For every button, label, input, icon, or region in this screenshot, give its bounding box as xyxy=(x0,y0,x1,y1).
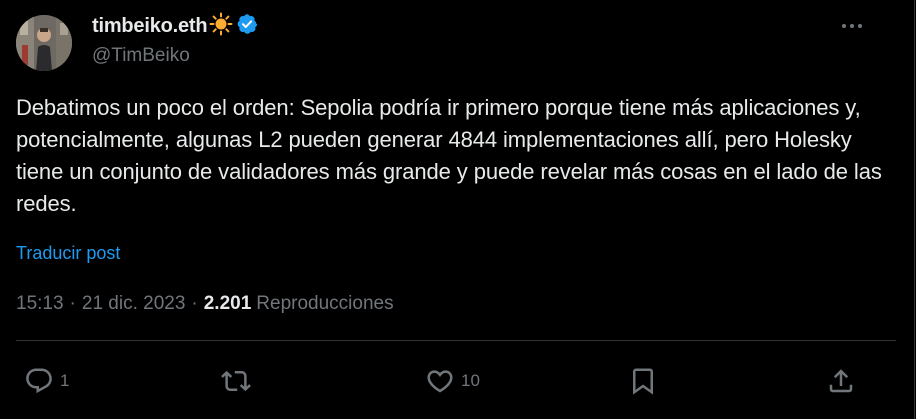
bookmark-button[interactable] xyxy=(628,360,658,402)
more-dots-icon xyxy=(842,24,862,28)
views-label[interactable]: Reproducciones xyxy=(256,293,393,315)
author-name-row[interactable]: timbeiko.eth xyxy=(92,12,258,41)
like-count: 10 xyxy=(461,371,480,390)
heart-icon xyxy=(427,370,453,393)
share-button[interactable] xyxy=(826,360,856,402)
views-count[interactable]: 2.201 xyxy=(204,293,252,315)
like-button[interactable]: 10 xyxy=(425,360,480,402)
author-handle[interactable]: @TimBeiko xyxy=(92,45,190,67)
repost-icon xyxy=(221,370,251,392)
reply-button[interactable]: 1 xyxy=(24,360,69,402)
tweet-time[interactable]: 15:13 xyxy=(16,293,64,315)
reply-count: 1 xyxy=(60,371,70,390)
tweet-date[interactable]: 21 dic. 2023 xyxy=(82,293,186,315)
bookmark-icon xyxy=(633,368,653,395)
share-icon xyxy=(829,369,853,393)
meta-separator: · xyxy=(69,293,76,314)
tweet-text: Debatimos un poco el orden: Sepolia podr… xyxy=(16,95,882,216)
sun-icon xyxy=(209,12,233,41)
tweet-metadata: 15:13 · 21 dic. 2023 · 2.201 Reproduccio… xyxy=(16,293,394,315)
more-options-button[interactable] xyxy=(838,16,866,36)
author-display-name[interactable]: timbeiko.eth xyxy=(92,15,208,38)
avatar[interactable] xyxy=(16,15,72,71)
tweet-card: timbeiko.eth @TimBeiko Debatimos un poco… xyxy=(0,0,915,419)
reply-icon xyxy=(26,368,52,394)
action-bar: 1 10 xyxy=(0,360,914,402)
meta-separator: · xyxy=(191,293,198,314)
verified-badge-icon[interactable] xyxy=(236,13,258,40)
divider xyxy=(16,340,896,341)
avatar-photo xyxy=(16,15,72,71)
repost-button[interactable] xyxy=(221,360,257,402)
translate-post-link[interactable]: Traducir post xyxy=(16,243,120,264)
